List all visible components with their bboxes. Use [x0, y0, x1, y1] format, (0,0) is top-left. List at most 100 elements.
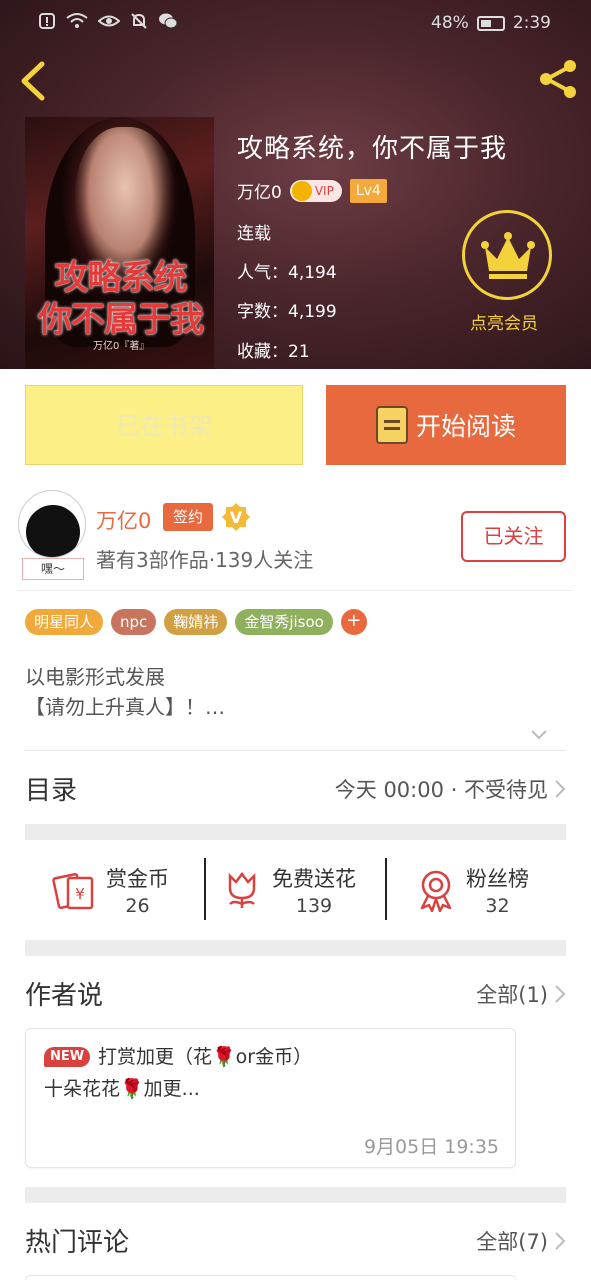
hot-comments-row[interactable]: 热门评论 全部(7)	[25, 1222, 566, 1259]
popularity-value: 4,194	[288, 263, 337, 283]
cover-title: 攻略系统 你不属于我	[33, 257, 208, 341]
in-shelf-button[interactable]: 已在书架	[25, 385, 303, 465]
description-line: 【请勿上升真人】！…	[25, 695, 225, 719]
wechat-icon	[159, 13, 178, 29]
author-says-count: 全部(1)	[476, 982, 548, 1007]
favorites-label: 收藏：	[237, 342, 288, 362]
tag-chip[interactable]: 鞠婧祎	[164, 609, 228, 635]
status-icons	[38, 12, 178, 30]
chevron-right-icon	[555, 1231, 566, 1250]
section-gap	[25, 940, 566, 956]
tag-chip[interactable]: 金智秀jisoo	[235, 609, 333, 635]
level-badge: Lv4	[349, 178, 387, 203]
cover-title-line2: 你不属于我	[38, 300, 204, 340]
book-author-name[interactable]: 万亿0	[237, 178, 282, 203]
note-title: 打赏加更（花🌹or金币）	[98, 1046, 313, 1068]
verified-v-icon: V	[222, 503, 250, 531]
section-gap	[25, 824, 566, 840]
author-avatar[interactable]: 嘿～	[18, 490, 88, 582]
chevron-right-icon	[555, 779, 566, 798]
author-note-card[interactable]: NEW 打赏加更（花🌹or金币） 十朵花花🌹加更... 9月05日 19:35	[25, 1028, 516, 1168]
reward-label: 免费送花	[272, 867, 356, 891]
cover-author-mark: 万亿0『著』	[93, 341, 150, 352]
divider	[385, 858, 387, 920]
hot-comments-count: 全部(7)	[476, 1229, 548, 1254]
book-popularity: 人气：4,194	[237, 258, 337, 283]
signed-badge: 签约	[163, 503, 213, 531]
crown-icon	[481, 232, 535, 279]
favorites-value: 21	[288, 342, 310, 362]
book-favorites: 收藏：21	[237, 337, 310, 362]
comment-card[interactable]	[25, 1275, 516, 1280]
book-icon	[375, 406, 408, 444]
cover-title-line1: 攻略系统	[54, 258, 188, 298]
status-right: 48% 2:39	[431, 13, 551, 33]
reward-coins[interactable]: ¥ 赏金币 26	[52, 858, 169, 922]
mute-bell-icon	[131, 13, 147, 29]
book-author-row: 万亿0 VIP Lv4	[237, 178, 387, 203]
avatar-tag: 嘿～	[22, 558, 84, 580]
words-value: 4,199	[288, 302, 337, 322]
vip-membership-button[interactable]	[462, 210, 552, 300]
chevron-down-icon[interactable]	[530, 726, 548, 744]
clock: 2:39	[512, 13, 551, 33]
wifi-icon	[66, 13, 88, 28]
divider	[18, 590, 573, 591]
eye-icon	[98, 15, 120, 27]
section-gap	[25, 1187, 566, 1203]
follow-button[interactable]: 已关注	[461, 511, 566, 562]
start-reading-button[interactable]: 开始阅读	[326, 385, 566, 465]
start-reading-label: 开始阅读	[415, 412, 516, 441]
book-header: 48% 2:39 攻略系统 你不属于我 万亿0『著』 攻略系统，你不属于我 万亿…	[0, 0, 591, 370]
tag-list: 明星同人 npc 鞠婧祎 金智秀jisoo +	[25, 609, 367, 635]
hot-comments-title: 热门评论	[25, 1228, 130, 1258]
author-works-summary: 著有3部作品·139人关注	[96, 548, 314, 572]
author-says-all[interactable]: 全部(1)	[476, 979, 566, 1009]
author-says-title: 作者说	[25, 981, 104, 1011]
reward-flowers[interactable]: 免费送花 139	[222, 858, 356, 922]
crown-icon	[291, 180, 312, 201]
chevron-right-icon	[555, 984, 566, 1003]
battery-icon	[476, 15, 505, 31]
description-line: 以电影形式发展	[25, 665, 165, 689]
coin-envelope-icon: ¥	[52, 872, 94, 910]
reward-label: 赏金币	[106, 867, 169, 891]
catalog-info: 今天 00:00 · 不受待见	[335, 774, 566, 804]
status-bar: 48% 2:39	[0, 0, 591, 48]
reward-count: 139	[295, 895, 333, 917]
divider	[204, 858, 206, 920]
tag-chip[interactable]: 明星同人	[25, 609, 104, 635]
book-words: 字数：4,199	[237, 297, 337, 322]
reward-count: 32	[485, 895, 510, 917]
vip-badge: VIP	[289, 179, 342, 202]
catalog-latest: 今天 00:00 · 不受待见	[334, 777, 548, 802]
book-description[interactable]: 以电影形式发展 【请勿上升真人】！…	[25, 662, 225, 722]
note-body: 十朵花花🌹加更...	[44, 1078, 200, 1100]
author-says-row[interactable]: 作者说 全部(1)	[25, 975, 566, 1012]
flower-icon	[228, 871, 256, 908]
words-label: 字数：	[237, 302, 288, 322]
verified-v-letter: V	[230, 508, 243, 527]
catalog-row[interactable]: 目录 今天 00:00 · 不受待见	[25, 770, 566, 807]
catalog-title: 目录	[25, 776, 78, 806]
note-date: 9月05日 19:35	[363, 1136, 499, 1158]
share-button[interactable]	[535, 56, 581, 102]
vip-label: VIP	[314, 183, 334, 198]
back-button[interactable]	[14, 58, 50, 104]
divider	[25, 750, 566, 751]
reward-count: 26	[125, 895, 150, 917]
alert-icon	[39, 13, 55, 29]
battery-percent: 48%	[431, 13, 469, 33]
popularity-label: 人气：	[237, 263, 288, 283]
book-status: 连载	[237, 224, 271, 244]
book-cover[interactable]: 攻略系统 你不属于我 万亿0『著』	[25, 117, 214, 370]
author-name[interactable]: 万亿0	[96, 505, 151, 535]
ribbon-icon	[420, 870, 452, 912]
new-badge: NEW	[44, 1047, 90, 1067]
reward-fans[interactable]: 粉丝榜 32	[416, 858, 529, 922]
reward-label: 粉丝榜	[466, 867, 529, 891]
vip-cta-label[interactable]: 点亮会员	[470, 309, 538, 334]
hot-comments-all[interactable]: 全部(7)	[476, 1226, 566, 1256]
tag-chip[interactable]: npc	[111, 609, 157, 635]
more-tags-button[interactable]: +	[340, 609, 367, 635]
